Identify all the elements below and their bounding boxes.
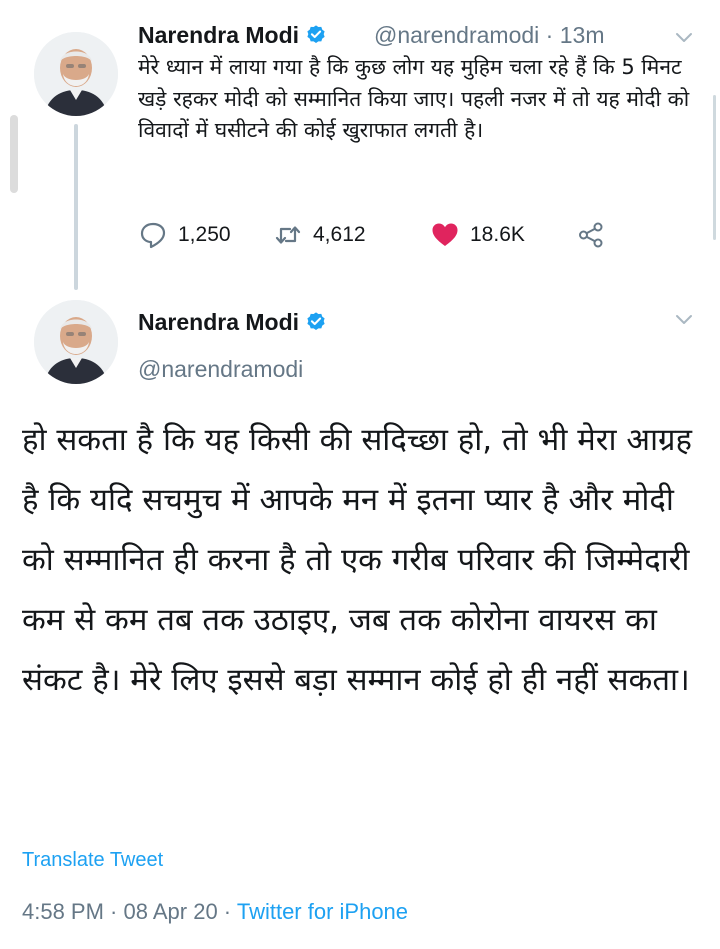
tweet1-action-bar: 1,250 4,612 18.6K (138, 217, 658, 253)
tweet1-body-text: मेरे ध्यान में लाया गया है कि कुछ लोग यह… (138, 55, 690, 142)
chevron-down-icon[interactable] (672, 308, 696, 332)
heart-icon (432, 223, 458, 246)
tweet2-header[interactable]: Narendra Modi (138, 309, 327, 336)
avatar[interactable] (34, 32, 118, 116)
tweet2-body-text: हो सकता है कि यह किसी की सदिच्छा हो, तो … (22, 422, 692, 698)
retweet-button[interactable]: 4,612 (273, 217, 366, 253)
share-button[interactable] (576, 217, 606, 253)
translate-tweet-link[interactable]: Translate Tweet (22, 849, 163, 872)
like-count: 18.6K (470, 223, 525, 246)
scrollbar[interactable] (713, 95, 716, 240)
author-name[interactable]: Narendra Modi (138, 22, 299, 48)
author-handle[interactable]: @narendramodi (374, 22, 539, 48)
meta-separator: · (539, 22, 560, 48)
verified-badge-icon (307, 25, 325, 43)
avatar-portrait-icon (34, 32, 118, 116)
tweet-date[interactable]: 08 Apr 20 (124, 899, 218, 924)
tweet-source-link[interactable]: Twitter for iPhone (237, 899, 408, 924)
chevron-down-icon[interactable] (672, 26, 696, 50)
left-edge-indicator (10, 115, 18, 193)
meta-separator: · (103, 899, 124, 924)
avatar-portrait-icon (34, 300, 118, 384)
tweet-thread-screen: Narendra Modi @narendramodi · 13m मेरे ध… (0, 0, 720, 949)
tweet1-header[interactable]: Narendra Modi (138, 22, 327, 49)
retweet-icon (275, 226, 301, 244)
tweet1-meta: @narendramodi · 13m (374, 22, 604, 49)
tweet-time[interactable]: 4:58 PM (22, 899, 104, 924)
meta-separator: · (217, 899, 237, 924)
share-icon (579, 222, 603, 248)
tweet2-timestamp-line: 4:58 PM · 08 Apr 20 · Twitter for iPhone (22, 899, 408, 925)
retweet-count: 4,612 (313, 223, 366, 246)
like-button[interactable]: 18.6K (430, 217, 525, 253)
avatar[interactable] (34, 300, 118, 384)
reply-button[interactable]: 1,250 (138, 217, 231, 253)
tweet-time[interactable]: 13m (560, 22, 605, 48)
reply-icon (140, 222, 166, 249)
thread-connector-line (74, 124, 78, 290)
author-handle[interactable]: @narendramodi (138, 356, 303, 383)
reply-count: 1,250 (178, 223, 231, 246)
verified-badge-icon (307, 312, 325, 330)
author-name[interactable]: Narendra Modi (138, 309, 299, 335)
